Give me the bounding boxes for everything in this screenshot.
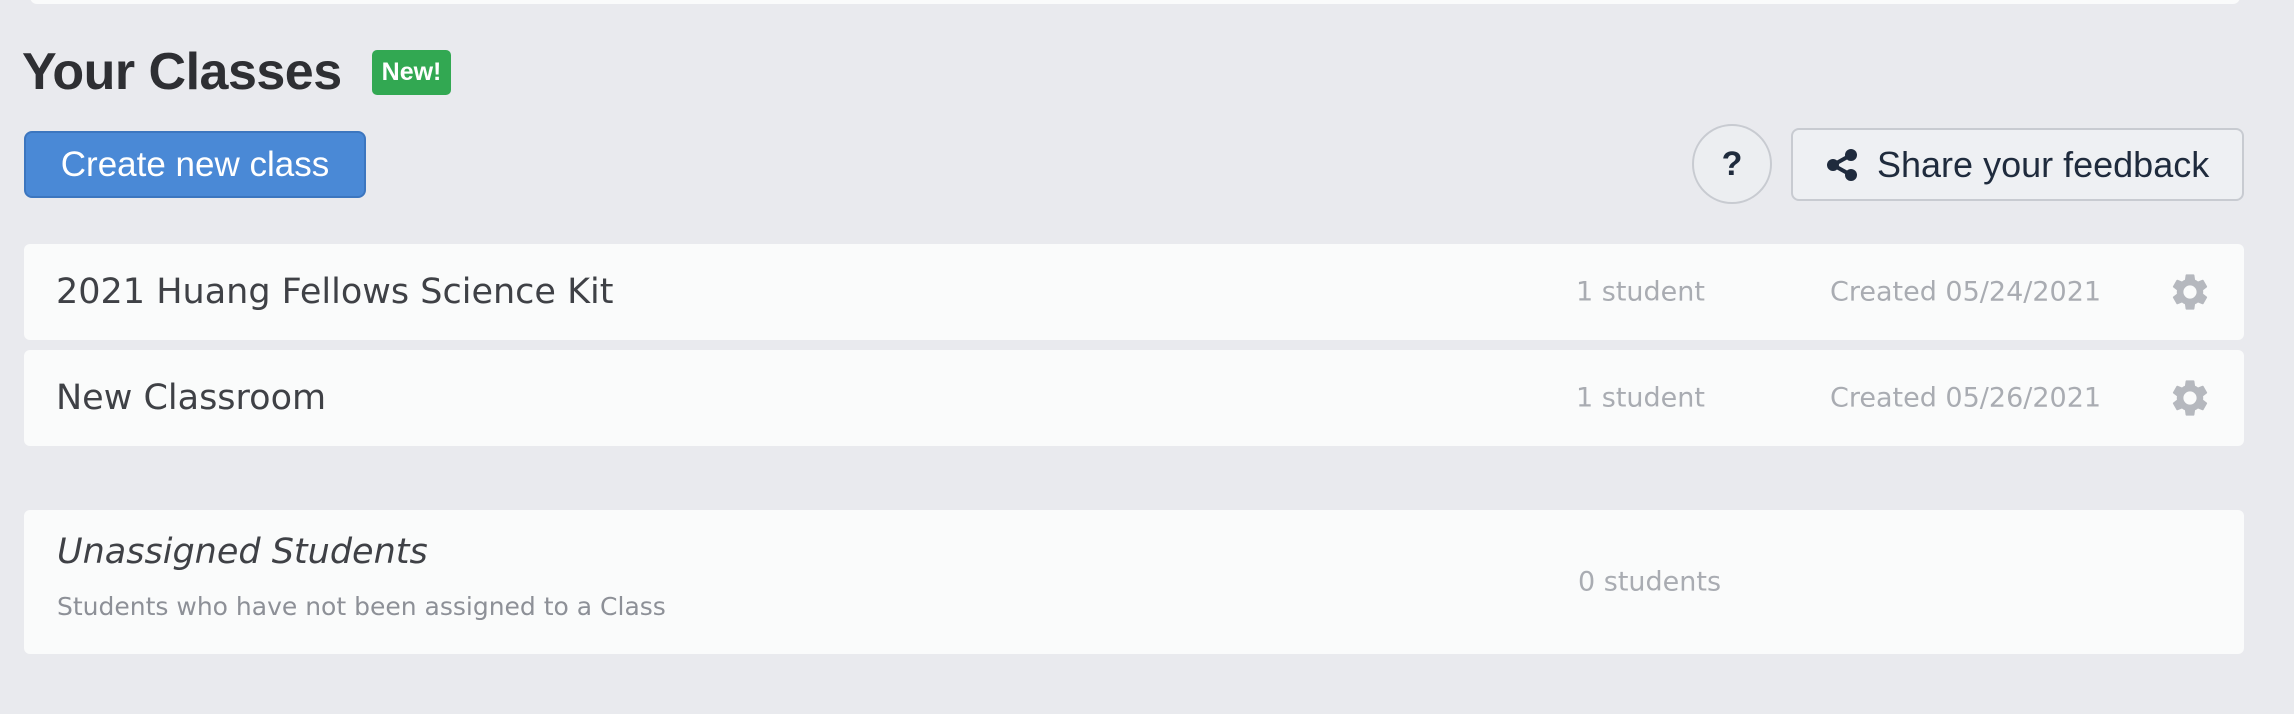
create-new-class-button[interactable]: Create new class	[24, 131, 366, 198]
new-badge: New!	[371, 49, 452, 95]
student-count: 1 student	[1576, 382, 1705, 414]
student-count: 1 student	[1576, 276, 1705, 308]
unassigned-description: Students who have not been assigned to a…	[57, 592, 666, 621]
gear-icon[interactable]	[2168, 376, 2212, 420]
previous-section-card	[30, 0, 2240, 4]
page-header: Your Classes New!	[22, 42, 452, 102]
class-row[interactable]: New Classroom 1 student Created 05/26/20…	[24, 350, 2244, 446]
share-feedback-label: Share your feedback	[1877, 143, 2210, 185]
class-name[interactable]: 2021 Huang Fellows Science Kit	[56, 272, 613, 312]
help-button[interactable]: ?	[1692, 124, 1772, 204]
unassigned-title: Unassigned Students	[57, 532, 428, 572]
created-date: Created 05/24/2021	[1830, 276, 2102, 308]
share-icon	[1827, 148, 1857, 181]
unassigned-count: 0 students	[1578, 566, 1722, 598]
class-name[interactable]: New Classroom	[56, 378, 326, 418]
page-title: Your Classes	[22, 43, 342, 101]
gear-icon[interactable]	[2168, 270, 2212, 314]
created-date: Created 05/26/2021	[1830, 382, 2102, 414]
share-feedback-button[interactable]: Share your feedback	[1791, 128, 2244, 201]
unassigned-students-card[interactable]: Unassigned Students Students who have no…	[24, 510, 2244, 654]
class-row[interactable]: 2021 Huang Fellows Science Kit 1 student…	[24, 244, 2244, 340]
